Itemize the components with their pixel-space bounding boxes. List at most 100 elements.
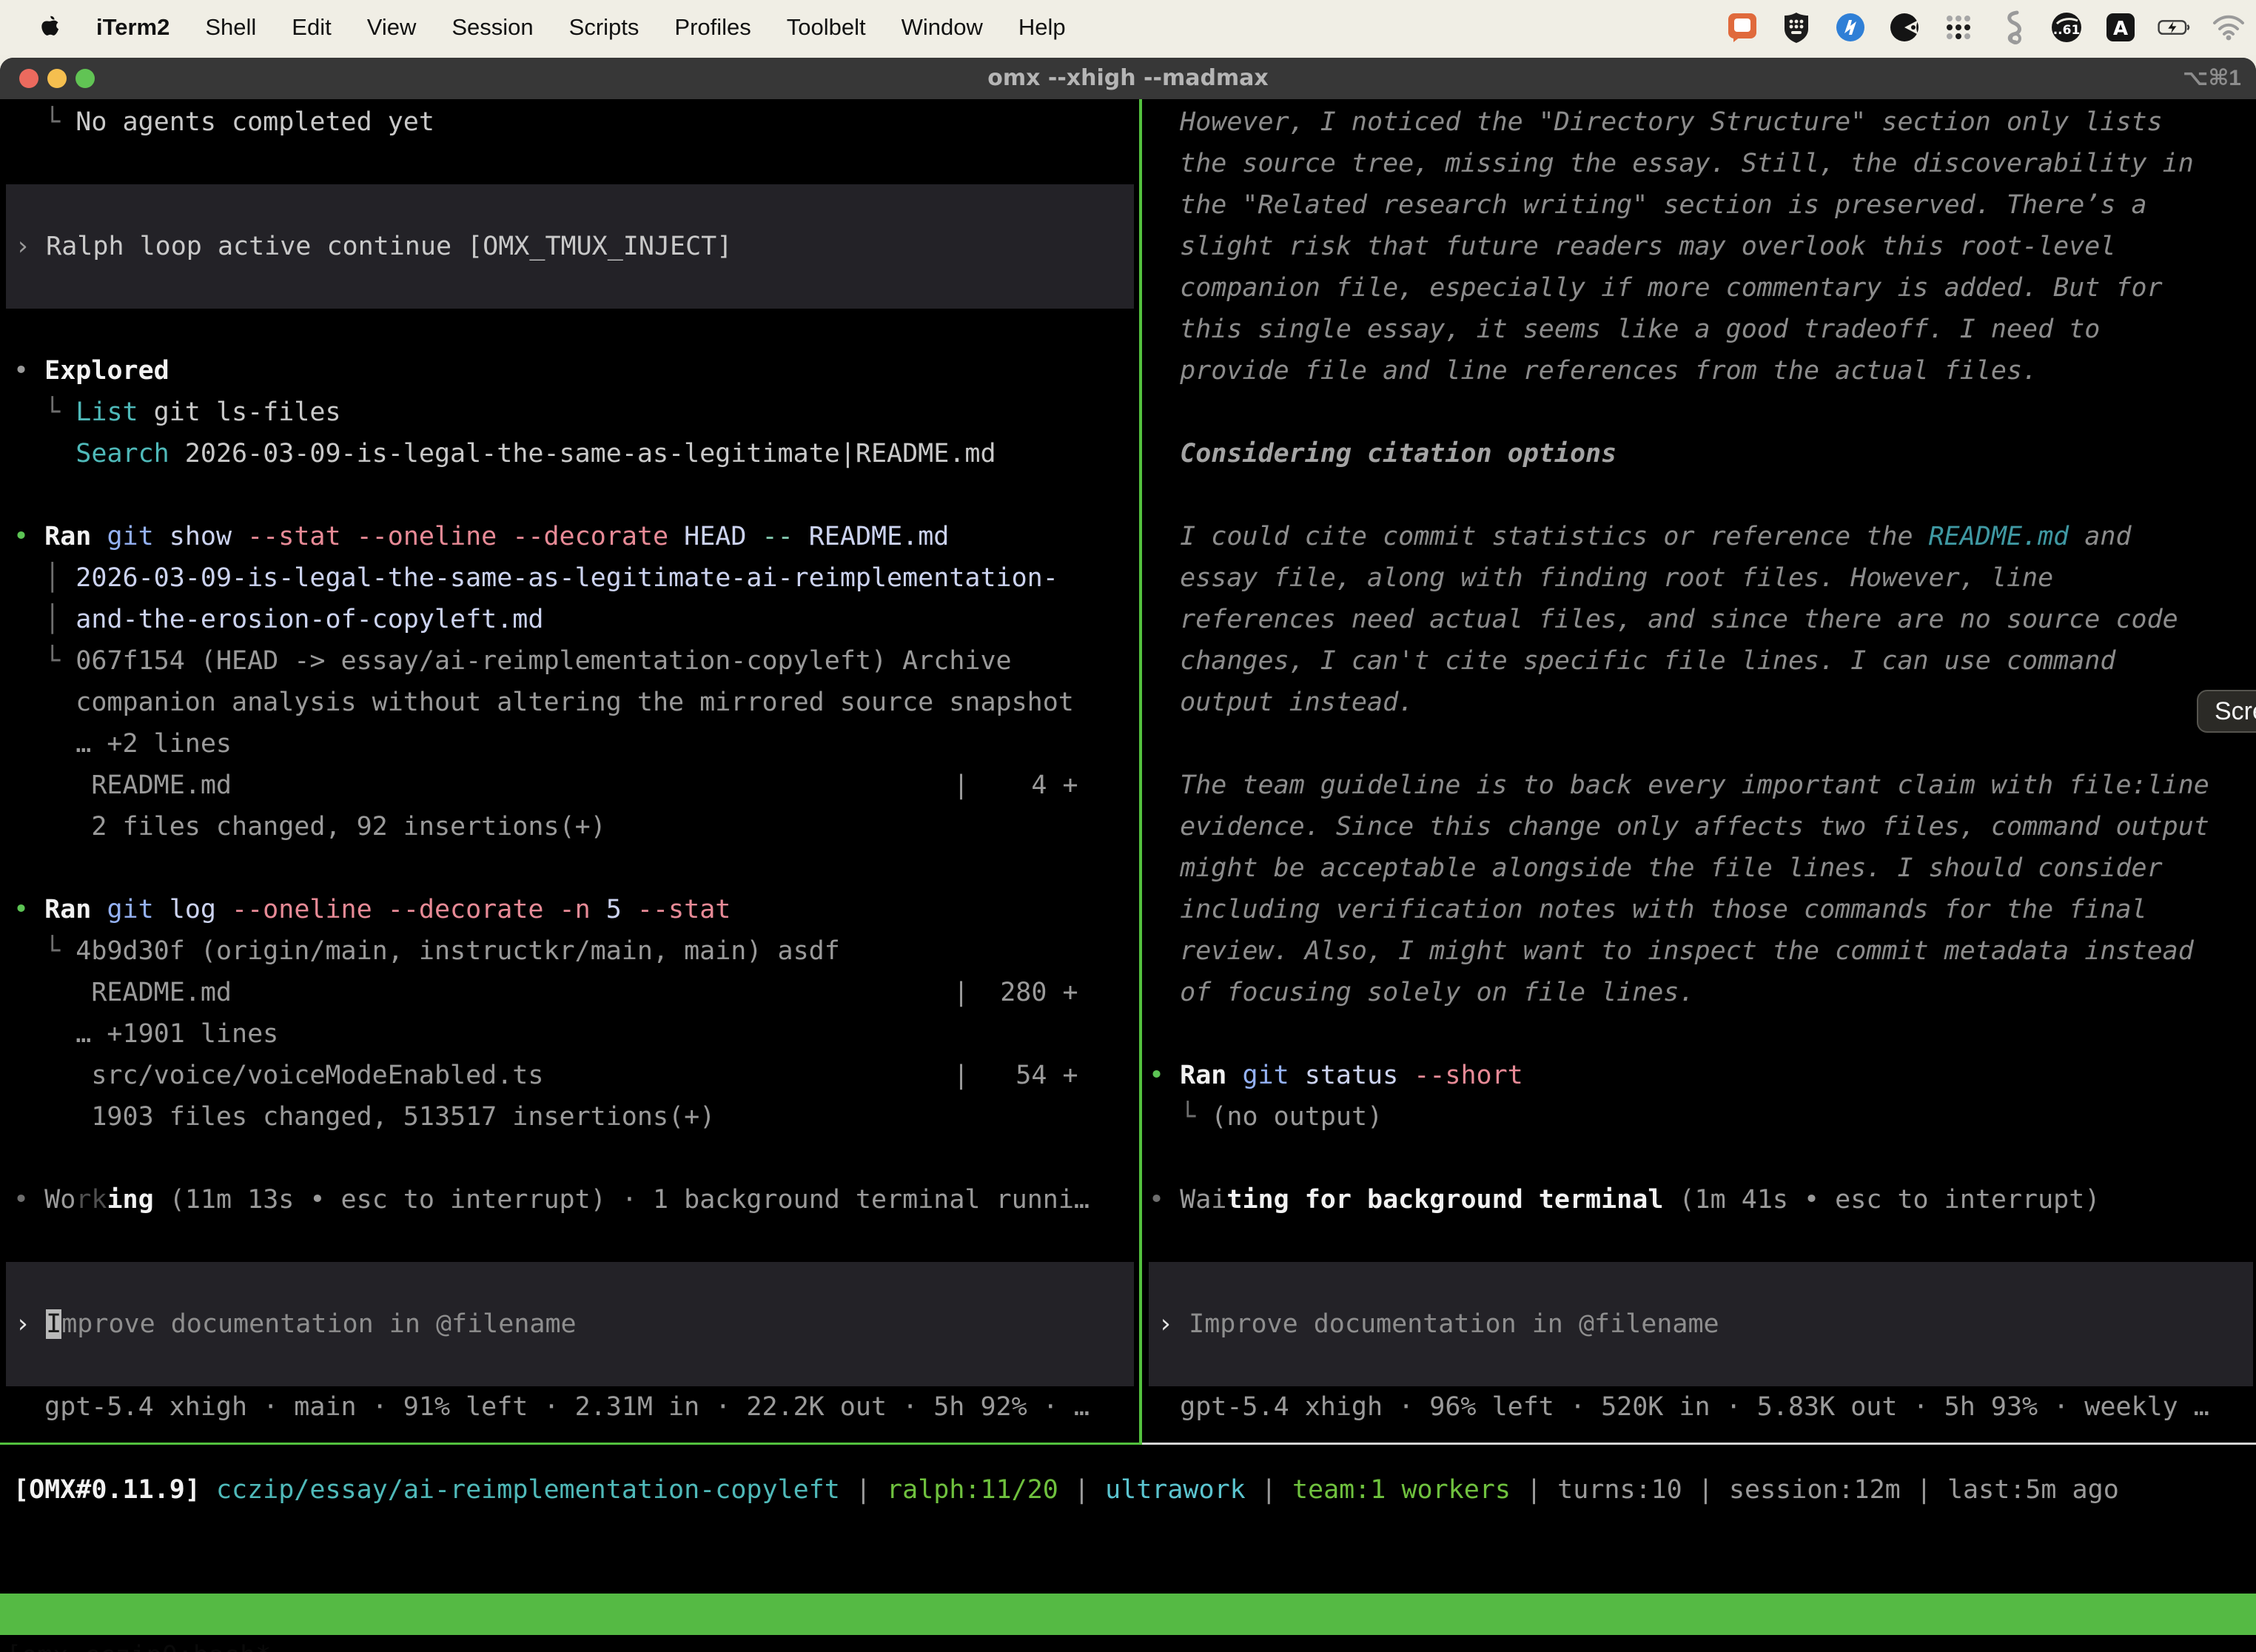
- text-segment: |: [840, 1475, 887, 1505]
- text-segment: of focusing solely on file lines.: [1149, 978, 1695, 1007]
- menu-item-profiles[interactable]: Profiles: [674, 14, 751, 41]
- blue-bolt-icon[interactable]: [1833, 10, 1867, 44]
- ran-git-status: • Ran git status --short: [1149, 1055, 2256, 1096]
- text-segment: │: [13, 563, 75, 593]
- menu-item-view[interactable]: View: [367, 14, 417, 41]
- text-segment: However, I noticed the "Directory Struct…: [1149, 107, 2163, 137]
- menu-item-shell[interactable]: Shell: [205, 14, 256, 41]
- letter-a-icon[interactable]: A: [2104, 10, 2138, 44]
- model-status-line: gpt-5.4 xhigh · 96% left · 520K in · 5.8…: [1149, 1386, 2256, 1428]
- text-segment: README.md: [13, 978, 232, 1007]
- badge-61-icon[interactable]: ..61: [2049, 10, 2084, 44]
- text-segment: |: [1901, 1475, 1947, 1505]
- prompt-input-line: › Improve documentation in @filename: [15, 1303, 1134, 1345]
- left-prompt-box[interactable]: › Improve documentation in @filename: [6, 1262, 1134, 1386]
- text-segment: --: [762, 522, 793, 551]
- terminal-line: README.md| 4 +: [13, 765, 1139, 806]
- text-segment: provide file and line references from th…: [1149, 356, 2038, 386]
- battery-icon[interactable]: [2158, 10, 2192, 44]
- dots-grid-icon[interactable]: [1941, 10, 1975, 44]
- text-segment: Ralph loop active continue [OMX_TMUX_INJ…: [46, 232, 732, 261]
- tooltip-label: Scre: [2215, 697, 2256, 725]
- terminal-line: output instead.: [1149, 682, 2256, 723]
- text-segment: --oneline --decorate -n: [232, 895, 591, 924]
- text-segment: | 4 +: [953, 765, 1078, 806]
- chat-app-icon[interactable]: [1725, 10, 1759, 44]
- menu-item-window[interactable]: Window: [902, 14, 983, 41]
- omx-last: last:5m ago: [1947, 1475, 2119, 1505]
- right-status-line: gpt-5.4 xhigh · 96% left · 520K in · 5.8…: [1143, 1386, 2256, 1428]
- svg-text:A: A: [2113, 18, 2128, 40]
- text-segment: the source tree, missing the essay. Stil…: [1149, 149, 2194, 178]
- terminal-line: of focusing solely on file lines.: [1149, 972, 2256, 1013]
- menu-item-edit[interactable]: Edit: [292, 14, 331, 41]
- text-segment: companion file, especially if more comme…: [1149, 273, 2163, 303]
- keyboard-shield-icon[interactable]: [1779, 10, 1813, 44]
- terminal-line: README.md | 280 +: [13, 972, 1139, 1013]
- text-segment: mprove documentation in @filename: [61, 1309, 576, 1339]
- squiggle-icon[interactable]: [1995, 10, 2030, 44]
- omx-status-bar: [OMX#0.11.9] cczip/essay/ai-reimplementa…: [13, 1469, 2249, 1511]
- window-shortcut-badge: ⌥⌘1: [2183, 58, 2241, 99]
- terminal-line: └ 067f154 (HEAD -> essay/ai-reimplementa…: [13, 640, 1139, 682]
- text-segment: might be acceptable alongside the file l…: [1149, 853, 2163, 883]
- terminal-line: the "Related research writing" section i…: [1149, 184, 2256, 226]
- text-segment: └: [13, 107, 75, 137]
- pane-divider-vertical[interactable]: [1139, 99, 1142, 1445]
- terminal: └ No agents completed yet › Ralph loop a…: [0, 99, 2256, 1652]
- text-segment: [91, 522, 107, 551]
- text-segment: The team guideline is to back every impo…: [1149, 770, 2209, 800]
- text-segment: No agents completed yet: [75, 107, 434, 137]
- window-titlebar[interactable]: omx --xhigh --madmax ⌥⌘1: [0, 58, 2256, 100]
- text-segment: the "Related research writing" section i…: [1149, 190, 2147, 220]
- text-segment: and-the-erosion-of-copyleft.md: [75, 605, 543, 634]
- left-pane[interactable]: └ No agents completed yet › Ralph loop a…: [0, 99, 1139, 1443]
- text-segment: … +2 lines: [13, 729, 232, 759]
- terminal-line: might be acceptable alongside the file l…: [1149, 847, 2256, 889]
- menu-item-help[interactable]: Help: [1018, 14, 1066, 41]
- text-segment: Wai: [1180, 1185, 1226, 1215]
- terminal-line: [1149, 723, 2256, 765]
- screen-share-tooltip[interactable]: Scre: [2197, 690, 2256, 733]
- omx-turns: turns:10: [1557, 1475, 1682, 1505]
- right-prompt-box[interactable]: › Improve documentation in @filename: [1149, 1262, 2253, 1386]
- text-segment: 2 files changed, 92 insertions(+): [13, 812, 606, 842]
- inject-input-box[interactable]: › Ralph loop active continue [OMX_TMUX_I…: [6, 184, 1134, 309]
- terminal-line: 1903 files changed, 513517 insertions(+): [13, 1096, 1139, 1138]
- terminal-line: review. Also, I might want to inspect th…: [1149, 930, 2256, 972]
- text-segment: 4b9d30f (origin/main, instructkr/main, m…: [75, 936, 840, 966]
- text-segment: rk: [75, 1185, 107, 1215]
- terminal-line: │ 2026-03-09-is-legal-the-same-as-legiti…: [13, 557, 1139, 599]
- text-segment: git ls-files: [138, 397, 341, 427]
- text-segment: [1226, 1061, 1242, 1090]
- prompt-input-line: › Improve documentation in @filename: [1158, 1303, 2253, 1345]
- omx-branch: cczip/essay/ai-reimplementation-copyleft: [216, 1475, 840, 1505]
- waiting-status: • Waiting for background terminal (1m 41…: [1149, 1179, 2256, 1220]
- text-segment: Explored: [44, 356, 169, 386]
- bullet: •: [1149, 1185, 1180, 1215]
- apple-menu-icon[interactable]: [37, 13, 62, 42]
- menu-item-scripts[interactable]: Scripts: [569, 14, 639, 41]
- wifi-icon[interactable]: [2212, 10, 2246, 44]
- text-segment: └: [13, 936, 75, 966]
- menu-item-iterm2[interactable]: iTerm2: [96, 14, 169, 41]
- text-segment: | 54 +: [953, 1055, 1078, 1096]
- text-segment: |: [1511, 1475, 1557, 1505]
- terminal-line: Search 2026-03-09-is-legal-the-same-as-l…: [13, 433, 1139, 474]
- text-segment: Wo: [44, 1185, 75, 1215]
- text-segment: |: [1246, 1475, 1292, 1505]
- text-segment: 067f154 (HEAD -> essay/ai-reimplementati…: [75, 646, 1011, 676]
- text-segment: List: [75, 397, 138, 427]
- text-segment: 5: [591, 895, 637, 924]
- text-segment: (no output): [1211, 1102, 1383, 1132]
- right-pane[interactable]: However, I noticed the "Directory Struct…: [1143, 99, 2256, 1443]
- menu-item-toolbelt[interactable]: Toolbelt: [787, 14, 866, 41]
- text-segment: (11m 13s • esc to interrupt) · 1 backgro…: [154, 1185, 1090, 1215]
- menu-item-session[interactable]: Session: [451, 14, 533, 41]
- text-segment: references need actual files, and since …: [1149, 605, 2178, 634]
- window-title: omx --xhigh --madmax: [0, 58, 2256, 99]
- text-segment: | 280 +: [953, 972, 1078, 1013]
- pane-divider-bottom-left: [0, 1443, 1139, 1445]
- tmux-session-label: [omx-cczip0:bash*: [6, 1635, 271, 1652]
- pie-black-icon[interactable]: [1887, 10, 1921, 44]
